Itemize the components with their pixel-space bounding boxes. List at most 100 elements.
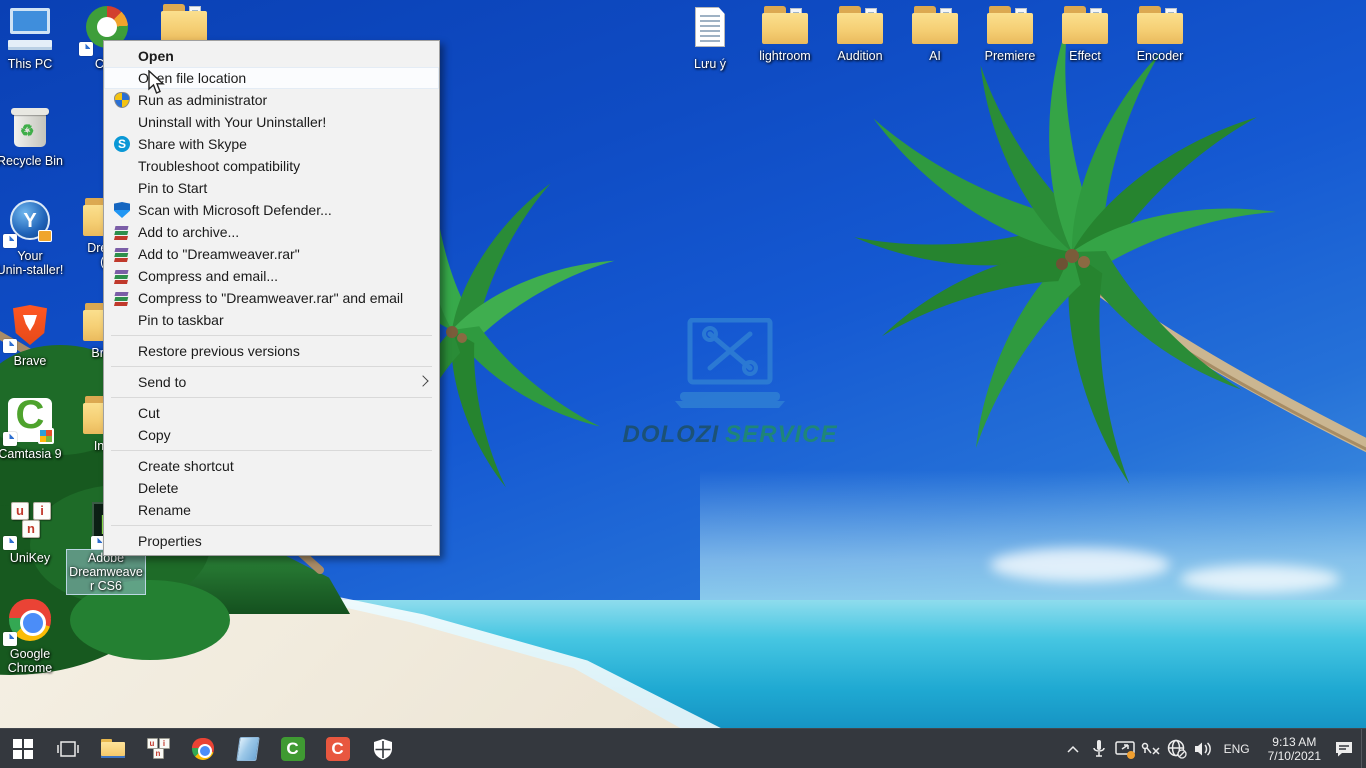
desktop-icon-camtasia[interactable]: C Camtasia 9 bbox=[0, 396, 68, 461]
shortcut-arrow-icon bbox=[3, 339, 17, 353]
microphone-icon bbox=[1092, 739, 1106, 759]
desktop-icon-your-uninstaller[interactable]: Y YourUnin-staller! bbox=[0, 198, 68, 277]
glass-app-taskbar-button[interactable] bbox=[225, 729, 270, 768]
folder-icon bbox=[761, 6, 809, 46]
clock-date: 7/10/2021 bbox=[1268, 749, 1321, 763]
menu-item-icon bbox=[114, 92, 130, 108]
desktop-icon-folder[interactable]: lightroom bbox=[747, 6, 823, 63]
glass-pane-app-icon bbox=[236, 737, 259, 761]
folder-icon bbox=[836, 6, 884, 46]
context-menu-item[interactable]: Create shortcut bbox=[104, 455, 439, 477]
tray-unikey-indicator[interactable] bbox=[1138, 729, 1164, 768]
clock[interactable]: 9:13 AM 7/10/2021 bbox=[1258, 735, 1331, 763]
recorder-icon: C bbox=[326, 737, 350, 761]
context-menu-item[interactable]: Rename bbox=[104, 499, 439, 521]
desktop-icon-folder[interactable]: Premiere bbox=[972, 6, 1048, 63]
menu-item-icon bbox=[114, 246, 130, 262]
speaker-icon bbox=[1193, 740, 1213, 758]
context-menu-item[interactable]: Add to "Dreamweaver.rar" bbox=[104, 243, 439, 265]
shield-icon bbox=[372, 738, 394, 760]
windows-logo-icon bbox=[13, 739, 33, 759]
desktop-icon-unikey[interactable]: u i n UniKey bbox=[0, 500, 68, 565]
file-explorer-button[interactable] bbox=[90, 729, 135, 768]
desktop-icon-google-chrome[interactable]: GoogleChrome bbox=[0, 596, 68, 675]
recycle-bin-icon: ♻ bbox=[6, 103, 54, 151]
clock-time: 9:13 AM bbox=[1268, 735, 1321, 749]
globe-network-icon bbox=[1167, 739, 1187, 759]
chrome-taskbar-button[interactable] bbox=[180, 729, 225, 768]
context-menu: Open Open file location Run as administr… bbox=[103, 40, 440, 556]
desktop-icon-luu-y[interactable]: Lưu ý bbox=[672, 6, 748, 71]
windows-security-button[interactable] bbox=[360, 729, 405, 768]
camtasia-icon: C bbox=[6, 396, 54, 444]
context-menu-item[interactable]: Cut bbox=[104, 402, 439, 424]
desktop-icon-folder[interactable]: AI bbox=[897, 6, 973, 63]
context-menu-item[interactable]: Send to bbox=[104, 371, 439, 393]
unikey-icon: u i n bbox=[146, 738, 170, 760]
desktop-icon-folder[interactable]: Effect bbox=[1047, 6, 1123, 63]
tray-microphone[interactable] bbox=[1086, 729, 1112, 768]
folder-icon bbox=[911, 6, 959, 46]
folder-icon bbox=[1136, 6, 1184, 46]
shortcut-arrow-icon bbox=[79, 42, 93, 56]
context-menu-item[interactable]: Restore previous versions bbox=[104, 340, 439, 362]
desktop-icon-folder[interactable] bbox=[146, 4, 222, 44]
shortcut-arrow-icon bbox=[3, 632, 17, 646]
shortcut-arrow-icon bbox=[3, 536, 17, 550]
notification-badge bbox=[1127, 751, 1135, 759]
menu-item-icon bbox=[114, 290, 130, 306]
laptop-tools-icon bbox=[665, 318, 795, 414]
context-menu-item[interactable]: Open bbox=[104, 45, 439, 67]
context-menu-item[interactable]: Compress and email... bbox=[104, 265, 439, 287]
task-view-button[interactable] bbox=[45, 729, 90, 768]
this-pc-icon bbox=[6, 6, 54, 54]
tray-volume[interactable] bbox=[1190, 729, 1216, 768]
context-menu-item[interactable]: Uninstall with Your Uninstaller! bbox=[104, 111, 439, 133]
context-menu-item[interactable]: Compress to "Dreamweaver.rar" and email bbox=[104, 287, 439, 309]
camtasia-recorder-taskbar-button[interactable]: C bbox=[315, 729, 360, 768]
folder-icon bbox=[986, 6, 1034, 46]
language-indicator[interactable]: ENG bbox=[1216, 742, 1258, 756]
chrome-icon bbox=[192, 738, 214, 760]
context-menu-item[interactable]: Troubleshoot compatibility bbox=[104, 155, 439, 177]
shortcut-arrow-icon bbox=[3, 234, 17, 248]
show-desktop-button[interactable] bbox=[1361, 729, 1366, 768]
your-uninstaller-icon: Y bbox=[6, 198, 54, 246]
shortcut-arrow-icon bbox=[3, 432, 17, 446]
context-menu-item[interactable]: Pin to Start bbox=[104, 177, 439, 199]
task-view-icon bbox=[57, 738, 79, 760]
tray-display-connect[interactable] bbox=[1112, 729, 1138, 768]
desktop-icon-recycle-bin[interactable]: ♻ Recycle Bin bbox=[0, 103, 68, 168]
menu-item-icon: S bbox=[114, 136, 130, 152]
unikey-icon: u i n bbox=[6, 500, 54, 548]
chrome-icon bbox=[6, 596, 54, 644]
context-menu-item[interactable]: Properties bbox=[104, 530, 439, 552]
tray-network[interactable] bbox=[1164, 729, 1190, 768]
context-menu-item[interactable]: Pin to taskbar bbox=[104, 309, 439, 331]
watermark: DOLOZISERVICE bbox=[600, 318, 860, 449]
action-center-button[interactable] bbox=[1331, 729, 1357, 768]
desktop-icon-folder[interactable]: Audition bbox=[822, 6, 898, 63]
camtasia-taskbar-button[interactable]: C bbox=[270, 729, 315, 768]
action-center-icon bbox=[1334, 740, 1354, 758]
watermark-text-1: DOLOZI bbox=[622, 421, 719, 448]
start-button[interactable] bbox=[0, 729, 45, 768]
brave-icon bbox=[6, 303, 54, 351]
context-menu-item[interactable]: S Share with Skype bbox=[104, 133, 439, 155]
submenu-chevron-icon bbox=[417, 375, 428, 386]
context-menu-item[interactable]: Copy bbox=[104, 424, 439, 446]
text-document-icon bbox=[686, 6, 734, 54]
desktop-icon-brave[interactable]: Brave bbox=[0, 303, 68, 368]
unikey-taskbar-button[interactable]: u i n bbox=[135, 729, 180, 768]
menu-item-icon bbox=[114, 224, 130, 240]
context-menu-item[interactable]: Scan with Microsoft Defender... bbox=[104, 199, 439, 221]
system-tray: ENG 9:13 AM 7/10/2021 bbox=[1060, 729, 1366, 768]
taskbar: u i n C C bbox=[0, 728, 1366, 768]
tray-chevron-button[interactable] bbox=[1060, 729, 1086, 768]
context-menu-item[interactable]: Add to archive... bbox=[104, 221, 439, 243]
desktop-icon-this-pc[interactable]: This PC bbox=[0, 6, 68, 71]
keyboard-key-icon bbox=[1141, 741, 1161, 757]
menu-item-icon bbox=[114, 268, 130, 284]
context-menu-item[interactable]: Delete bbox=[104, 477, 439, 499]
desktop-icon-folder[interactable]: Encoder bbox=[1122, 6, 1198, 63]
